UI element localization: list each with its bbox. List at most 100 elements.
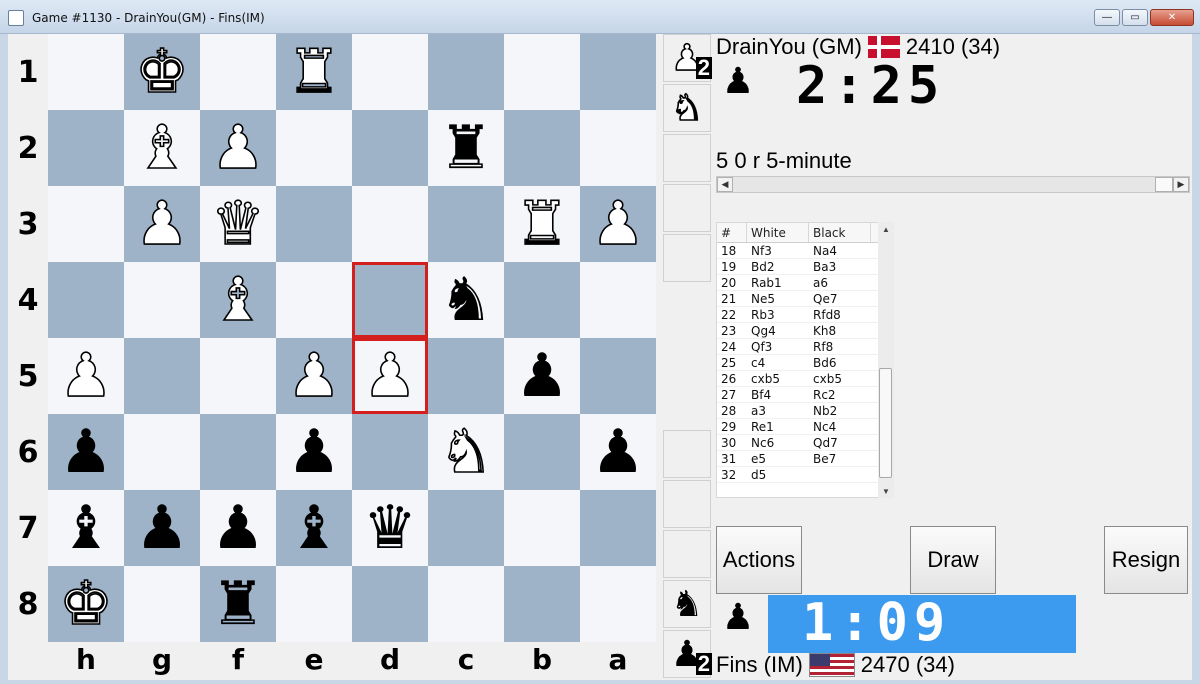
resign-button[interactable]: Resign: [1104, 526, 1188, 594]
board-square[interactable]: ♜: [276, 34, 352, 110]
move-row[interactable]: 18 Nf3 Na4: [717, 243, 885, 259]
white-pawn-icon[interactable]: ♟: [58, 345, 113, 407]
header-number[interactable]: #: [717, 223, 747, 242]
board-square[interactable]: ♟: [276, 414, 352, 490]
move-row[interactable]: 32 d5: [717, 467, 885, 483]
black-rook-icon[interactable]: ♜: [439, 118, 493, 178]
board-square[interactable]: ♚: [48, 566, 124, 642]
board-square[interactable]: ♟: [200, 490, 276, 566]
board-square[interactable]: ♚: [124, 34, 200, 110]
board-square[interactable]: [352, 414, 428, 490]
board-square[interactable]: [124, 566, 200, 642]
white-rook-icon[interactable]: ♜: [286, 41, 341, 103]
black-bishop-icon[interactable]: ♝: [287, 498, 341, 558]
move-row[interactable]: 26 cxb5 cxb5: [717, 371, 885, 387]
board-square[interactable]: [48, 186, 124, 262]
board-square[interactable]: [580, 110, 656, 186]
board-square[interactable]: ♜: [504, 186, 580, 262]
board-square[interactable]: [428, 566, 504, 642]
board-square[interactable]: ♟: [48, 338, 124, 414]
horizontal-scrollbar[interactable]: ◀ ▶: [716, 176, 1190, 193]
move-row[interactable]: 22 Rb3 Rfd8: [717, 307, 885, 323]
board-square[interactable]: [276, 262, 352, 338]
black-pawn-icon[interactable]: ♟: [287, 422, 341, 482]
board-square[interactable]: [580, 34, 656, 110]
board-square[interactable]: [48, 262, 124, 338]
scroll-up-icon[interactable]: ▲: [878, 222, 894, 236]
board-square[interactable]: [504, 262, 580, 338]
board-square[interactable]: [504, 414, 580, 490]
board-square[interactable]: ♛: [200, 186, 276, 262]
board-square[interactable]: ♟: [124, 490, 200, 566]
board-square[interactable]: [504, 566, 580, 642]
move-row[interactable]: 23 Qg4 Kh8: [717, 323, 885, 339]
board-square[interactable]: [580, 490, 656, 566]
scroll-thumb[interactable]: [1155, 177, 1173, 192]
board-square[interactable]: ♛: [352, 490, 428, 566]
white-queen-icon[interactable]: ♛: [210, 193, 265, 255]
black-pawn-icon[interactable]: ♟: [591, 422, 645, 482]
board-square[interactable]: ♟: [48, 414, 124, 490]
board-square[interactable]: ♟: [580, 414, 656, 490]
board-square[interactable]: [124, 338, 200, 414]
board-square[interactable]: [580, 338, 656, 414]
board-square[interactable]: [124, 262, 200, 338]
board-square[interactable]: [352, 566, 428, 642]
move-row[interactable]: 24 Qf3 Rf8: [717, 339, 885, 355]
header-white[interactable]: White: [747, 223, 809, 242]
white-pawn-icon[interactable]: ♟: [210, 117, 265, 179]
board-square[interactable]: ♝: [124, 110, 200, 186]
board-square[interactable]: ♞: [428, 414, 504, 490]
board-square[interactable]: [200, 414, 276, 490]
black-queen-icon[interactable]: ♛: [363, 498, 417, 558]
board-square[interactable]: ♞: [428, 262, 504, 338]
move-row[interactable]: 28 a3 Nb2: [717, 403, 885, 419]
board-square[interactable]: [276, 566, 352, 642]
move-row[interactable]: 25 c4 Bd6: [717, 355, 885, 371]
move-list-scroll-thumb[interactable]: [879, 368, 892, 478]
scroll-left-icon[interactable]: ◀: [717, 177, 733, 192]
board-square[interactable]: [352, 110, 428, 186]
board-square[interactable]: ♟: [124, 186, 200, 262]
board-square[interactable]: ♝: [276, 490, 352, 566]
board-square[interactable]: ♟: [580, 186, 656, 262]
board-square[interactable]: [504, 34, 580, 110]
board-square[interactable]: [504, 110, 580, 186]
black-pawn-icon[interactable]: ♟: [135, 498, 189, 558]
board-square[interactable]: [48, 110, 124, 186]
board-square[interactable]: [428, 34, 504, 110]
white-bishop-icon[interactable]: ♝: [134, 117, 189, 179]
actions-button[interactable]: Actions: [716, 526, 802, 594]
board-square[interactable]: ♝: [48, 490, 124, 566]
board-square[interactable]: [200, 338, 276, 414]
board-square[interactable]: [200, 34, 276, 110]
board-square[interactable]: ♝: [200, 262, 276, 338]
white-pawn-icon[interactable]: ♟: [590, 193, 645, 255]
white-rook-icon[interactable]: ♜: [514, 193, 569, 255]
board-square[interactable]: [124, 414, 200, 490]
move-row[interactable]: 31 e5 Be7: [717, 451, 885, 467]
scroll-right-icon[interactable]: ▶: [1173, 177, 1189, 192]
board-square[interactable]: [504, 490, 580, 566]
board-square[interactable]: [580, 262, 656, 338]
move-row[interactable]: 19 Bd2 Ba3: [717, 259, 885, 275]
black-pawn-icon[interactable]: ♟: [515, 346, 569, 406]
black-knight-icon[interactable]: ♞: [439, 270, 493, 330]
header-black[interactable]: Black: [809, 223, 871, 242]
move-list-scrollbar[interactable]: ▲ ▼: [878, 222, 894, 498]
board-square[interactable]: [428, 490, 504, 566]
draw-button[interactable]: Draw: [910, 526, 996, 594]
board-square[interactable]: [580, 566, 656, 642]
chess-board[interactable]: ♚ ♜ ♝ ♟ ♜ ♟ ♛ ♜ ♟ ♝ ♞ ♟ ♟ ♟ ♟ ♟ ♟ ♞ ♟ ♝ ♟ ♟ ♝ ♛ ♚ ♜: [48, 34, 656, 642]
white-pawn-icon[interactable]: ♟: [362, 345, 417, 407]
board-square[interactable]: [352, 186, 428, 262]
black-pawn-icon[interactable]: ♟: [211, 498, 265, 558]
board-square[interactable]: ♟: [276, 338, 352, 414]
board-square[interactable]: ♜: [428, 110, 504, 186]
board-square[interactable]: [428, 186, 504, 262]
white-pawn-icon[interactable]: ♟: [286, 345, 341, 407]
black-bishop-icon[interactable]: ♝: [59, 498, 113, 558]
maximize-button[interactable]: ▭: [1122, 9, 1148, 26]
move-row[interactable]: 21 Ne5 Qe7: [717, 291, 885, 307]
black-pawn-icon[interactable]: ♟: [59, 422, 113, 482]
